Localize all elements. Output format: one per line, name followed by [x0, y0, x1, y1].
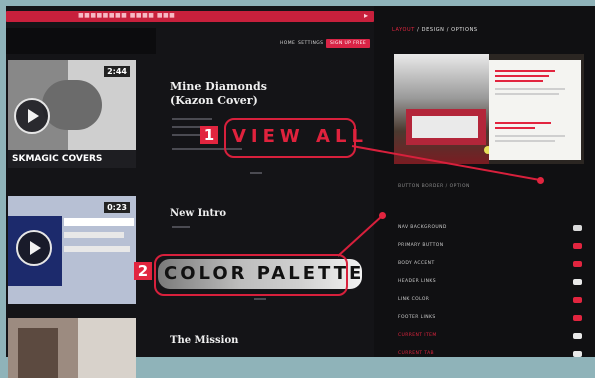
callout-connectors [337, 145, 541, 257]
callout-anchor [379, 212, 386, 219]
color-palette-label: COLOR PALETTE [164, 263, 365, 284]
callout-anchor [537, 177, 544, 184]
callout-number: 2 [134, 262, 152, 280]
view-all-button[interactable]: VIEW ALL [232, 126, 368, 147]
callout-number: 1 [200, 126, 218, 144]
